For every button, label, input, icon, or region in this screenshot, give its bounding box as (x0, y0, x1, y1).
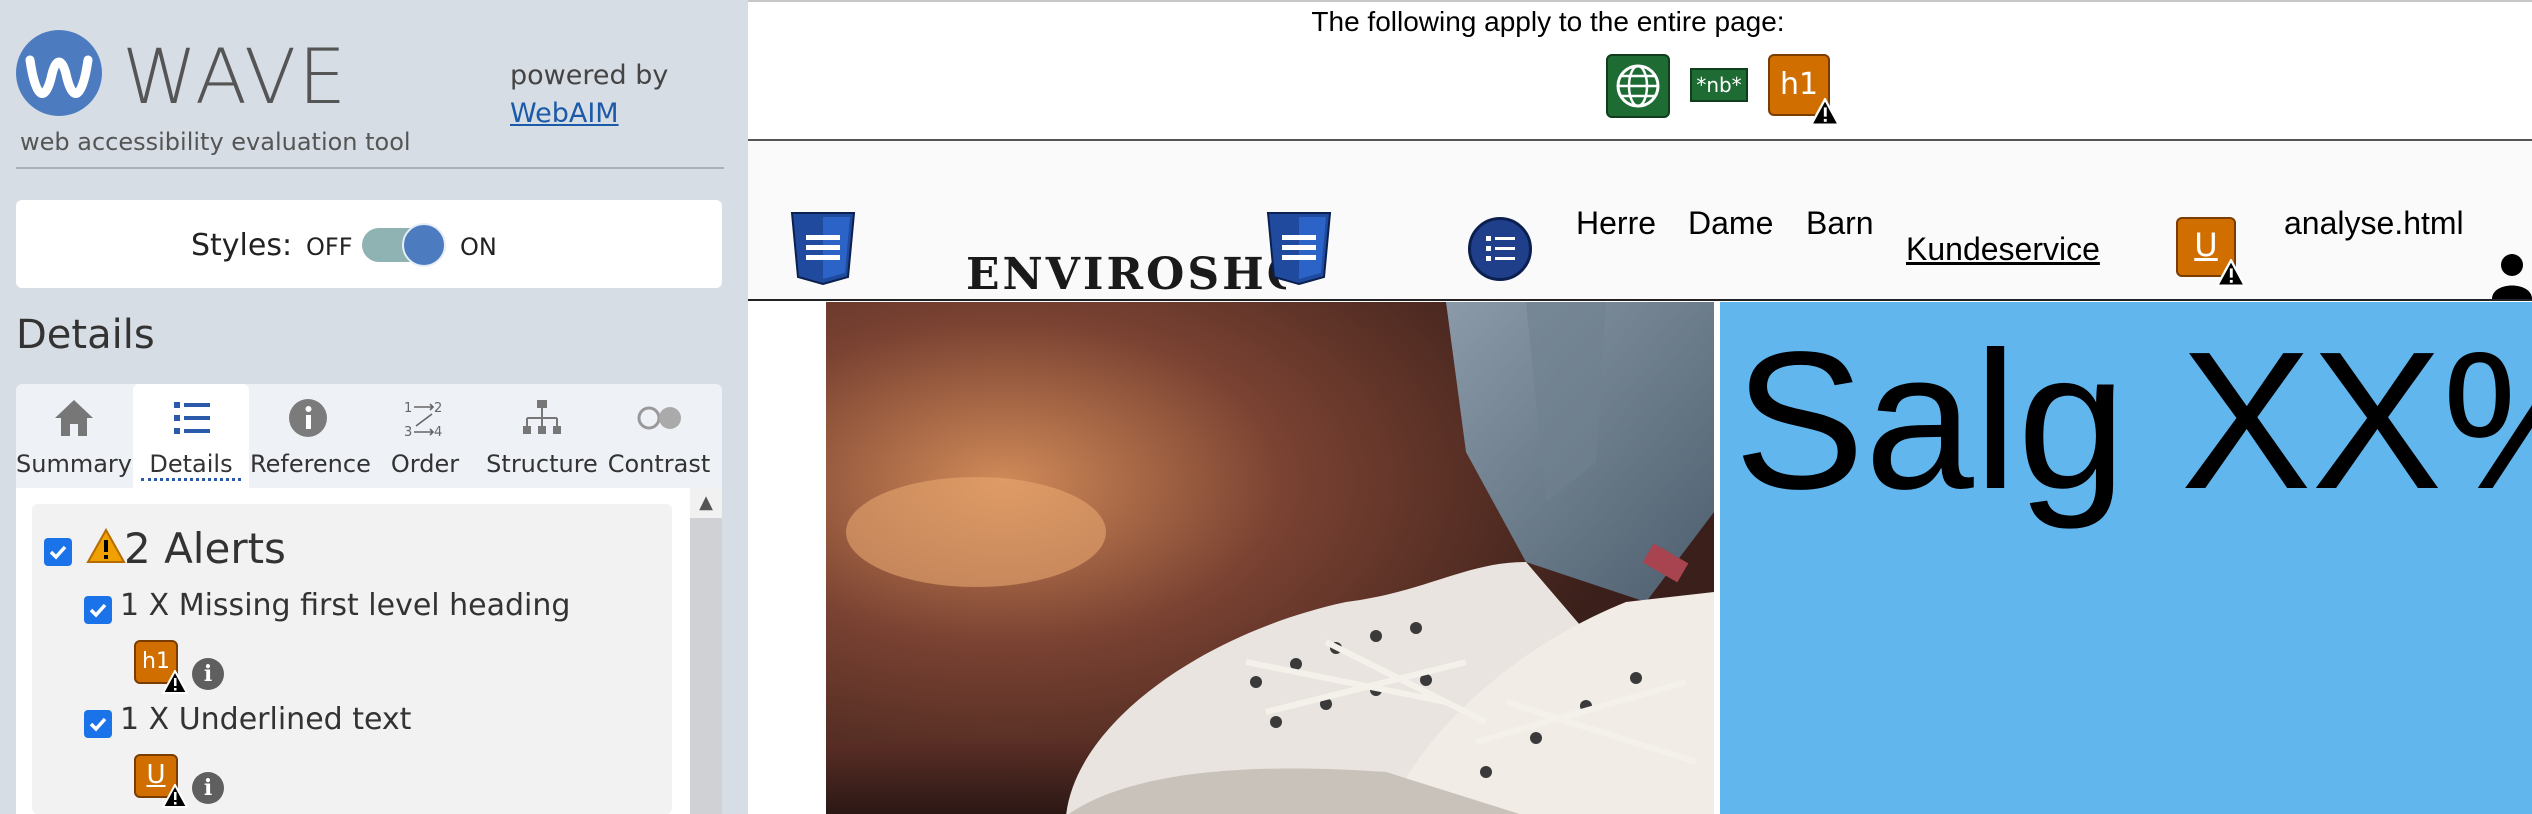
alert-missing-h1-label[interactable]: 1 X Missing first level heading (120, 588, 570, 623)
tab-label: Details (141, 450, 241, 481)
css-style-icon[interactable] (1264, 211, 1334, 285)
language-globe-icon[interactable] (1606, 54, 1670, 118)
list-icon (1486, 236, 1515, 261)
contrast-icon (637, 406, 681, 430)
order-icon: 1 2 3 4 (404, 401, 442, 440)
tab-contrast[interactable]: Contrast (601, 384, 717, 488)
tab-reference[interactable]: Reference (250, 384, 371, 488)
tab-label: Structure (486, 450, 598, 478)
list-structure-icon[interactable] (1468, 217, 1532, 281)
webaim-link[interactable]: WebAIM (510, 98, 619, 129)
hero-sneakers-image (826, 302, 1714, 814)
tab-label: Order (390, 450, 460, 478)
tab-structure[interactable]: Structure (484, 384, 600, 488)
user-account-icon[interactable] (2490, 251, 2532, 299)
powered-by-text: powered by (510, 60, 669, 91)
missing-h1-alert-icon[interactable]: h1 (134, 640, 188, 694)
wave-tagline: web accessibility evaluation tool (20, 128, 411, 156)
styles-off-label: OFF (306, 233, 353, 261)
evaluated-page: The following apply to the entire page: … (748, 0, 2532, 814)
nav-dame[interactable]: Dame (1688, 205, 1773, 242)
sale-text: Salg XX% (1734, 311, 2532, 530)
tab-label: Contrast (607, 450, 711, 478)
icon-text: U (2194, 226, 2218, 264)
underline-alert-icon[interactable]: U (2176, 217, 2246, 287)
alert-underline-label[interactable]: 1 X Underlined text (120, 702, 411, 737)
alerts-title: 2 Alerts (124, 524, 286, 573)
panel-tabs: Summary Details Reference 1 2 3 4 Order Str… (16, 384, 722, 488)
info-icon[interactable]: i (192, 658, 224, 690)
nav-herre[interactable]: Herre (1576, 205, 1656, 242)
sneakers-photo (826, 302, 1714, 814)
styles-toggle-panel: Styles: OFF ON (16, 200, 722, 288)
svg-text:3: 3 (404, 425, 412, 440)
nav-analyse[interactable]: analyse.html (2284, 205, 2464, 242)
site-header: ENVIROSHOP Herre Dame Barn Kundeservice … (748, 141, 2532, 301)
warning-icon (1810, 98, 1840, 126)
site-brand[interactable]: ENVIROSHOP (966, 249, 1286, 300)
styles-toggle-switch[interactable] (362, 223, 446, 267)
nav-kundeservice[interactable]: Kundeservice (1906, 231, 2100, 268)
alert-checkbox[interactable] (84, 596, 112, 624)
divider (16, 167, 724, 169)
svg-text:4: 4 (434, 425, 442, 440)
home-icon (55, 400, 93, 436)
structure-icon (523, 400, 561, 434)
tab-order[interactable]: 1 2 3 4 Order (367, 384, 483, 488)
alerts-checkbox[interactable] (44, 538, 72, 566)
page-notice: The following apply to the entire page: (1311, 6, 1785, 37)
warning-icon (2216, 259, 2246, 287)
warning-icon (162, 784, 188, 808)
panel-scrollbar[interactable]: ▲ (690, 488, 722, 814)
underline-alert-icon[interactable]: U (134, 754, 188, 808)
wave-sidebar: WAVE web accessibility evaluation tool p… (0, 0, 748, 814)
styles-label: Styles: (191, 228, 293, 263)
svg-text:1: 1 (404, 401, 412, 416)
icon-text: h1 (1779, 67, 1819, 102)
scroll-up-arrow-icon[interactable]: ▲ (690, 488, 722, 518)
info-icon[interactable]: i (192, 772, 224, 804)
css-style-icon[interactable] (788, 211, 858, 285)
info-icon (289, 399, 327, 437)
missing-h1-alert-icon[interactable]: h1 (1768, 54, 1840, 126)
tab-details[interactable]: Details (133, 384, 249, 488)
wave-logo-text: WAVE (122, 32, 349, 121)
tab-summary[interactable]: Summary (16, 384, 132, 488)
nav-barn[interactable]: Barn (1806, 205, 1874, 242)
details-heading: Details (16, 312, 155, 358)
wave-logo-icon (16, 30, 102, 116)
sale-banner[interactable]: Salg XX% (1720, 302, 2532, 814)
warning-icon (162, 670, 188, 694)
styles-on-label: ON (460, 233, 497, 261)
alert-warning-icon (86, 528, 126, 563)
alert-checkbox[interactable] (84, 710, 112, 738)
globe-icon (1616, 64, 1660, 108)
toggle-knob[interactable] (402, 223, 446, 267)
tab-label: Reference (250, 450, 371, 478)
list-icon (174, 402, 210, 434)
nb-icon[interactable]: *nb* (1690, 68, 1748, 102)
tab-label: Summary (16, 450, 132, 478)
svg-text:2: 2 (434, 401, 442, 416)
